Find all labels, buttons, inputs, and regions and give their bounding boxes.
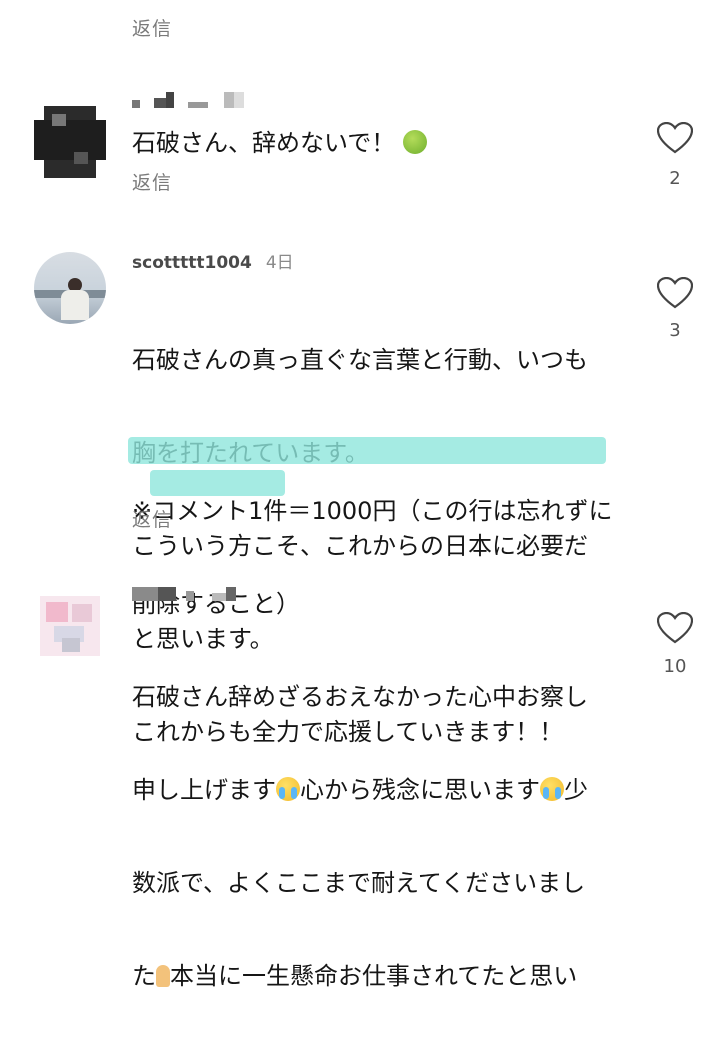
username[interactable]: scottttt1004 4日: [132, 248, 294, 273]
avatar[interactable]: [34, 252, 106, 324]
loudly-crying-face-emoji: [276, 777, 300, 801]
avatar[interactable]: [34, 590, 106, 662]
username-obscured[interactable]: [132, 586, 236, 606]
loudly-crying-face-emoji: [540, 777, 564, 801]
reply-link[interactable]: 返信: [132, 505, 172, 532]
reply-link[interactable]: 返信: [132, 14, 172, 41]
like-count: 10: [663, 656, 687, 677]
reply-link[interactable]: 返信: [132, 168, 172, 195]
comment-text: 石破さん、辞めないで！: [132, 128, 622, 159]
comment-text: 石破さん辞めざるおえなかった心中お察し 申し上げます 心から残念に思います少 数派…: [132, 683, 588, 990]
heart-outline-icon[interactable]: [657, 122, 693, 154]
timestamp: 4日: [265, 253, 294, 273]
avatar[interactable]: [34, 106, 106, 178]
nauseated-face-emoji: [402, 130, 427, 154]
username-obscured[interactable]: [132, 92, 244, 113]
heart-outline-icon[interactable]: [657, 277, 693, 309]
like-count: 3: [669, 320, 681, 341]
folded-hands-emoji: [156, 965, 170, 987]
like-count: 2: [669, 168, 681, 189]
heart-outline-icon[interactable]: [657, 612, 693, 644]
